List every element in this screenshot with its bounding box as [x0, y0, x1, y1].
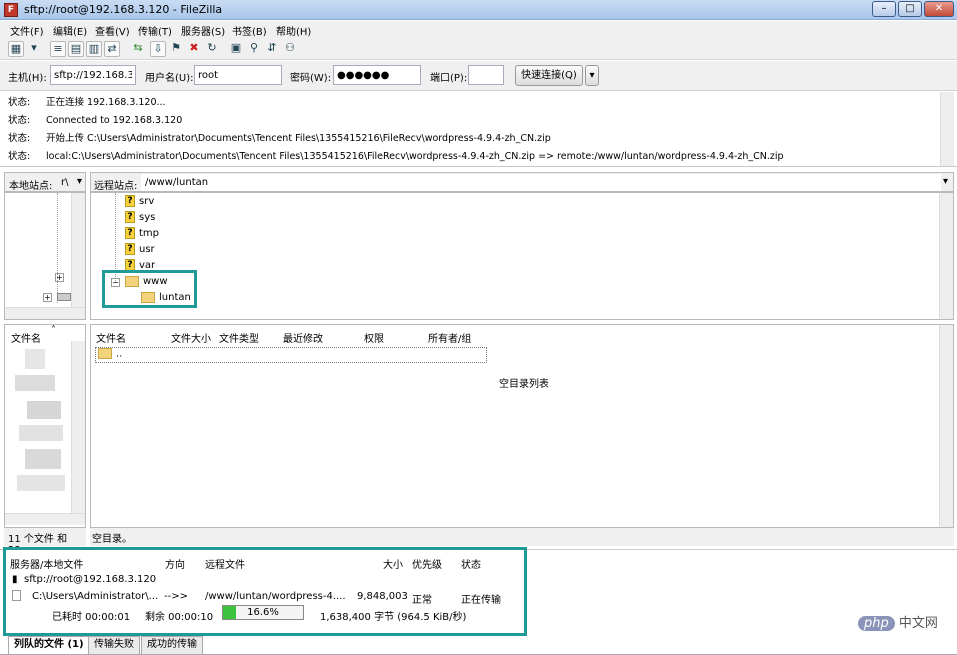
maximize-button[interactable]: □ — [898, 1, 922, 17]
local-list-scrollbar[interactable] — [71, 341, 85, 513]
filezilla-app-icon: F — [4, 3, 18, 17]
remote-file-list: 文件名 文件大小 文件类型 最近修改 权限 所有者/组 .. 空目录列表 — [90, 324, 954, 528]
toggle-queue-icon[interactable]: ⇄ — [104, 41, 120, 57]
local-col-name[interactable]: 文件名 — [11, 330, 41, 345]
remote-tree-scrollbar[interactable] — [939, 193, 953, 319]
menu-transfer[interactable]: 传输(T) — [138, 23, 172, 38]
password-label: 密码(W): — [290, 73, 332, 84]
sort-arrow-icon: ˄ — [51, 325, 56, 336]
remote-col-size[interactable]: 文件大小 — [171, 330, 211, 345]
remote-site-label: 远程站点: — [94, 181, 138, 192]
log-line: 状态: local:C:\Users\Administrator\Document… — [8, 151, 784, 162]
local-list-hscrollbar[interactable] — [5, 513, 85, 525]
log-line: 状态: Connected to 192.168.3.120 — [8, 115, 183, 126]
remote-list-scrollbar[interactable] — [939, 325, 953, 527]
host-label: 主机(H): — [8, 73, 47, 84]
local-status: 11 个文件 和 23 — [4, 528, 86, 556]
log-line: 状态: 正在连接 192.168.3.120... — [8, 97, 166, 108]
tree-item[interactable]: ? sys — [125, 210, 155, 226]
empty-list-text: 空目录列表 — [499, 379, 549, 390]
menu-bookmarks[interactable]: 书签(B) — [232, 23, 267, 38]
toggle-log-icon[interactable]: ≡ — [50, 41, 66, 57]
menu-file[interactable]: 文件(F) — [10, 23, 44, 38]
refresh-icon[interactable]: ⇆ — [130, 41, 146, 57]
password-input[interactable] — [333, 65, 421, 85]
cancel-icon[interactable]: ⚑ — [168, 41, 184, 57]
quickconnect-button[interactable]: 快速连接(Q) — [515, 65, 583, 86]
quickconnect-bar: 主机(H): 用户名(U): 密码(W): 端口(P): 快速连接(Q) ▾ — [0, 61, 957, 91]
local-tree: + + — [4, 192, 86, 320]
local-site-bar: 本地站点: r\ ▾ — [4, 172, 86, 192]
menu-server[interactable]: 服务器(S) — [181, 23, 225, 38]
local-file-list: 文件名 ˄ — [4, 324, 86, 528]
highlight-box-queue — [3, 547, 527, 636]
chevron-down-icon[interactable]: ▾ — [28, 41, 40, 57]
remote-site-input[interactable]: /www/luntan — [141, 174, 941, 191]
compare-icon[interactable]: ⚲ — [246, 41, 262, 57]
remote-tree: ? srv ? sys ? tmp ? usr ? var − www luntan — [90, 192, 954, 320]
close-button[interactable]: ✕ — [924, 1, 954, 17]
chevron-down-icon[interactable]: ▾ — [77, 176, 82, 187]
process-queue-icon[interactable]: ⇩ — [150, 41, 166, 57]
title-bar: F sftp://root@192.168.3.120 - FileZilla … — [0, 0, 957, 20]
port-input[interactable] — [468, 65, 504, 85]
local-tree-scrollbar[interactable] — [71, 193, 85, 307]
remote-col-modified[interactable]: 最近修改 — [283, 330, 323, 345]
menu-edit[interactable]: 编辑(E) — [53, 23, 87, 38]
log-line: 状态: 开始上传 C:\Users\Administrator\Documents… — [8, 133, 551, 144]
message-log: 状态: 正在连接 192.168.3.120... 状态: Connected to… — [0, 92, 957, 167]
user-label: 用户名(U): — [145, 73, 194, 84]
chevron-down-icon[interactable]: ▾ — [585, 65, 599, 86]
menu-help[interactable]: 帮助(H) — [276, 23, 311, 38]
user-input[interactable] — [194, 65, 282, 85]
remote-col-permissions[interactable]: 权限 — [364, 330, 384, 345]
parent-dir-row[interactable]: .. — [95, 347, 487, 363]
find-files-icon[interactable]: ⚇ — [282, 41, 298, 57]
host-input[interactable] — [50, 65, 136, 85]
remote-col-name[interactable]: 文件名 — [96, 330, 126, 345]
tree-item[interactable]: ? srv — [125, 194, 154, 210]
remote-status: 空目录。 — [90, 528, 954, 546]
chevron-down-icon[interactable]: ▾ — [943, 176, 948, 187]
toggle-local-tree-icon[interactable]: ▤ — [68, 41, 84, 57]
tree-item[interactable]: ? tmp — [125, 226, 159, 242]
tree-item[interactable]: ? usr — [125, 242, 155, 258]
remote-col-owner[interactable]: 所有者/组 — [428, 330, 471, 345]
sync-browse-icon[interactable]: ⇵ — [264, 41, 280, 57]
remote-site-bar: 远程站点: /www/luntan ▾ — [90, 172, 954, 192]
highlight-box-www — [102, 270, 197, 308]
site-manager-icon[interactable]: ▦ — [8, 41, 24, 57]
watermark: php 中文网 — [858, 612, 954, 634]
port-label: 端口(P): — [430, 73, 468, 84]
toggle-remote-tree-icon[interactable]: ▥ — [86, 41, 102, 57]
local-tree-hscrollbar[interactable] — [5, 307, 85, 319]
tab-successful[interactable]: 成功的传输 — [141, 636, 203, 654]
reconnect-icon[interactable]: ↻ — [204, 41, 220, 57]
menu-view[interactable]: 查看(V) — [95, 23, 130, 38]
tab-queued[interactable]: 列队的文件 (1) — [8, 636, 90, 654]
toolbar: ▦ ▾ ≡ ▤ ▥ ⇄ ⇆ ⇩ ⚑ ✖ ↻ ▣ ⚲ ⇵ ⚇ — [0, 38, 957, 60]
minimize-button[interactable]: – — [872, 1, 896, 17]
filter-icon[interactable]: ▣ — [228, 41, 244, 57]
remote-col-type[interactable]: 文件类型 — [219, 330, 259, 345]
window-title: sftp://root@192.168.3.120 - FileZilla — [24, 3, 223, 16]
local-site-value[interactable]: r\ — [61, 177, 68, 188]
log-scrollbar[interactable] — [940, 92, 954, 166]
tab-failed[interactable]: 传输失败 — [88, 636, 140, 654]
disconnect-icon[interactable]: ✖ — [186, 41, 202, 57]
menu-bar: 文件(F) 编辑(E) 查看(V) 传输(T) 服务器(S) 书签(B) 帮助(… — [0, 21, 957, 38]
local-site-label: 本地站点: — [9, 181, 53, 192]
